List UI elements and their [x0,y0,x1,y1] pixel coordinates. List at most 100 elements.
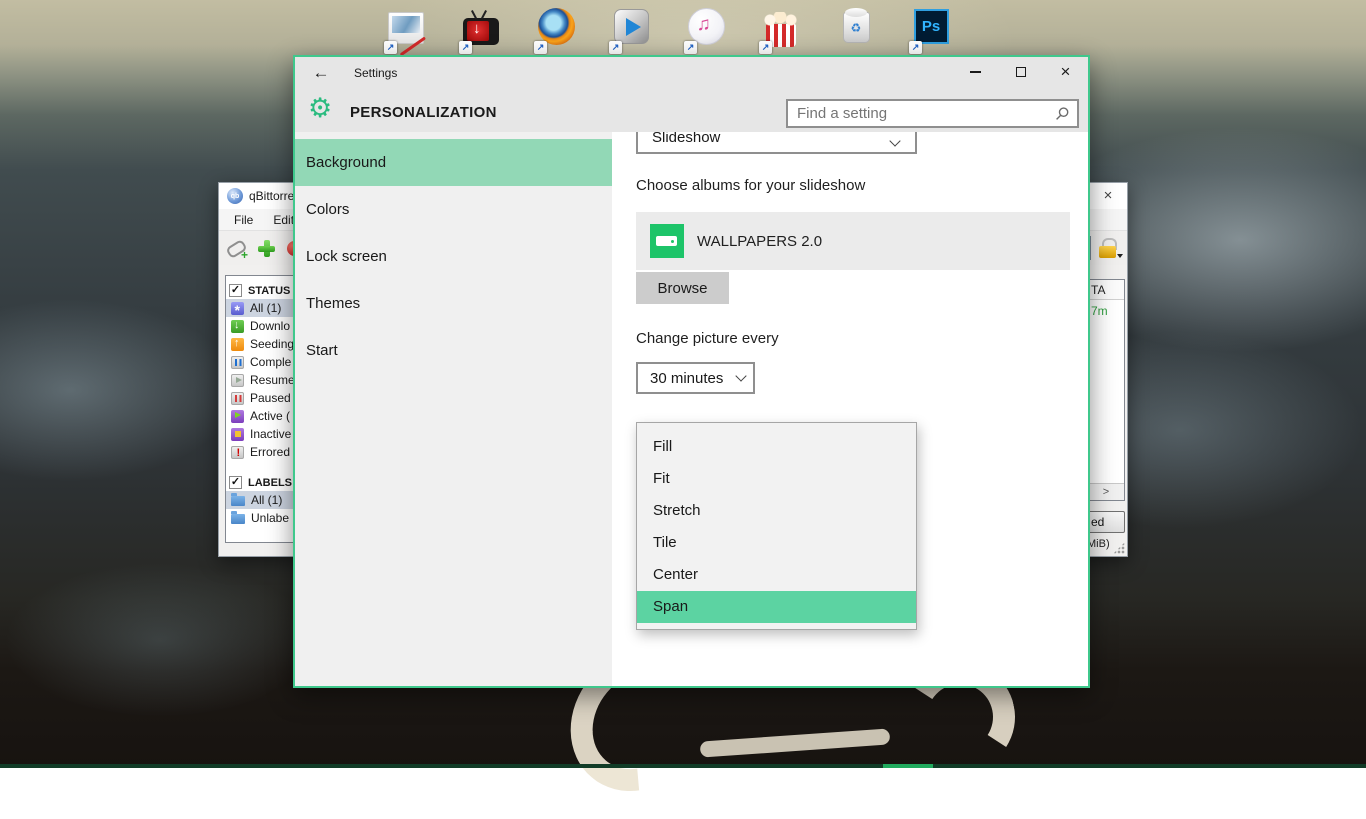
active-icon [231,410,244,423]
filter-label: Active ( [250,409,290,423]
add-torrent-file-icon[interactable] [257,239,276,258]
statusbar-text-fragment: MiB) [1087,538,1110,550]
search-icon [1055,106,1070,121]
sidebar-item-colors[interactable]: Colors [295,186,612,233]
album-item[interactable]: WALLPAPERS 2.0 [636,212,1070,270]
minimize-button[interactable] [953,57,998,87]
shortcut-arrow-icon: ↗ [609,41,622,54]
torrent-list-fragment: TA 7m > [1087,279,1125,501]
browse-button[interactable]: Browse [636,272,729,304]
labels-header-label: LABELS [248,477,292,489]
desktop-icon-media-player[interactable]: ↗ [610,8,652,54]
shortcut-arrow-icon: ↗ [684,41,697,54]
shortcut-arrow-icon: ↗ [384,41,397,54]
filter-label: Unlabe [251,511,289,525]
filter-label: Seeding [250,337,294,351]
shortcut-arrow-icon: ↗ [459,41,472,54]
media-player-icon [614,9,649,44]
albums-label: Choose albums for your slideshow [636,177,865,194]
lock-dropdown-arrow-icon[interactable] [1117,254,1123,258]
horizontal-scrollbar-arrow[interactable]: > [1088,483,1124,500]
desktop-icon-popcorn-time[interactable]: ↗ [760,8,802,54]
desktop-icon-firefox[interactable]: ↗ [535,8,577,54]
fit-option-fit[interactable]: Fit [637,463,916,495]
fit-option-center[interactable]: Center [637,559,916,591]
photoshop-label: Ps [922,18,940,35]
shortcut-arrow-icon: ↗ [759,41,772,54]
resize-grip[interactable] [1113,542,1125,554]
completed-icon [231,356,244,369]
eta-value: 7m [1088,300,1124,318]
filter-label: Paused [250,391,291,405]
qbittorrent-title: qBittorre [249,189,294,203]
fit-dropdown-list: Fill Fit Stretch Tile Center Span [636,422,917,630]
change-picture-label: Change picture every [636,330,779,347]
status-checkbox[interactable]: ✓ [229,284,242,297]
folder-icon [231,496,245,506]
qbittorrent-logo-icon: qb [227,188,243,204]
settings-sidebar: Background Colors Lock screen Themes Sta… [295,132,612,686]
window-title: Settings [354,66,397,80]
downloading-icon [231,320,244,333]
filter-label: Inactive [250,427,291,441]
maximize-icon [1016,67,1026,77]
filter-label: Resume [250,373,295,387]
taskbar-hidden-edge-highlight [883,764,933,768]
lock-icon[interactable] [1099,238,1116,258]
background-type-dropdown[interactable]: Slideshow [636,132,917,154]
gear-icon: ⚙ [308,93,332,123]
page-title: PERSONALIZATION [350,104,497,121]
search-input[interactable] [786,99,1079,128]
interval-value: 30 minutes [650,370,723,387]
labels-checkbox[interactable]: ✓ [229,476,242,489]
resumed-icon [231,374,244,387]
shortcut-arrow-icon: ↗ [909,41,922,54]
settings-content: Slideshow Choose albums for your slidesh… [612,132,1088,686]
filter-label: Downlo [250,319,290,333]
eta-column-header[interactable]: TA [1088,280,1124,300]
search-box [786,99,1079,128]
antenna-icon [471,10,477,19]
statusbar-button-fragment[interactable]: ed [1087,511,1125,533]
status-header-label: STATUS [248,285,290,297]
fit-option-fill[interactable]: Fill [637,431,916,463]
sidebar-item-background[interactable]: Background [295,139,612,186]
interval-dropdown[interactable]: 30 minutes [636,362,755,394]
shortcut-arrow-icon: ↗ [534,41,547,54]
filter-label: All (1) [250,301,281,315]
desktop-icon-tv-downloader[interactable]: ↗ [460,8,502,54]
desktop-icon-photo-viewer[interactable]: ↗ [385,8,427,54]
fit-option-stretch[interactable]: Stretch [637,495,916,527]
back-button[interactable]: ← [307,60,335,86]
sidebar-item-themes[interactable]: Themes [295,280,612,327]
folder-icon [231,514,245,524]
fit-option-tile[interactable]: Tile [637,527,916,559]
filter-label: All (1) [251,493,282,507]
all-torrents-icon [231,302,244,315]
fit-option-span[interactable]: Span [637,591,916,623]
wallpaper-paint-stroke [700,728,891,757]
filter-label: Comple [250,355,291,369]
background-type-value: Slideshow [652,132,720,146]
desktop-icon-photoshop[interactable]: Ps ↗ [910,8,952,54]
settings-window: ← Settings × ⚙ PERSONALIZATION Backgroun… [293,55,1090,688]
album-name: WALLPAPERS 2.0 [697,233,822,250]
chevron-down-icon [736,370,747,381]
sidebar-item-start[interactable]: Start [295,327,612,374]
desktop-icon-recycle-bin[interactable] [835,8,877,54]
taskbar-hidden-edge [0,764,1366,768]
filter-label: Errored [250,445,290,459]
paused-icon [231,392,244,405]
itunes-icon [688,8,725,45]
minimize-icon [970,71,981,73]
qbittorrent-close-button[interactable]: × [1097,186,1119,206]
desktop-icon-itunes[interactable]: ↗ [685,8,727,54]
menu-file[interactable]: File [225,211,262,229]
sidebar-item-lock-screen[interactable]: Lock screen [295,233,612,280]
errored-icon [231,446,244,459]
chevron-down-icon [889,135,900,146]
close-button[interactable]: × [1043,57,1088,87]
add-torrent-link-icon[interactable] [226,238,246,258]
album-thumbnail-icon [650,224,684,258]
maximize-button[interactable] [998,57,1043,87]
